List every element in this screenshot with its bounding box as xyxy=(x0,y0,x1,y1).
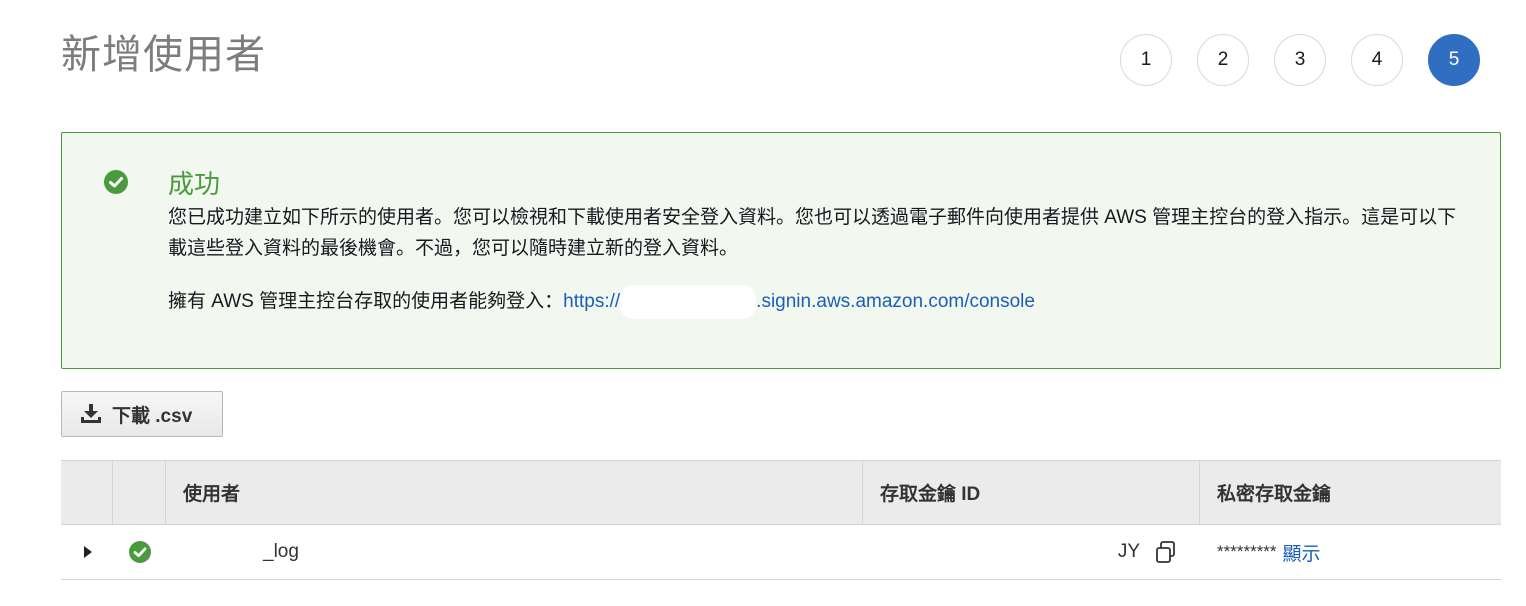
check-circle-icon xyxy=(104,170,128,194)
page-title: 新增使用者 xyxy=(61,33,266,77)
step-4[interactable]: 4 xyxy=(1351,34,1403,86)
cell-user: _log xyxy=(263,541,299,562)
access-key-id-value: JY xyxy=(1117,541,1140,562)
show-secret-link[interactable]: 顯示 xyxy=(1283,539,1321,566)
wizard-steps: 1 2 3 4 5 xyxy=(1120,34,1480,86)
cell-secret-key: ********* 顯示 xyxy=(1200,525,1501,579)
users-table: 使用者 存取金鑰 ID 私密存取金鑰 _log JY ********* 顯示 xyxy=(61,460,1501,580)
table-header: 使用者 存取金鑰 ID 私密存取金鑰 xyxy=(61,460,1501,525)
col-access-key-header[interactable]: 存取金鑰 ID xyxy=(863,461,1200,524)
caret-right-icon[interactable] xyxy=(83,546,93,558)
step-3[interactable]: 3 xyxy=(1274,34,1326,86)
console-login-link[interactable]: https:// .signin.aws.amazon.com/console xyxy=(563,284,1035,319)
row-status xyxy=(113,525,166,579)
alert-title: 成功 xyxy=(168,169,221,199)
copy-icon[interactable] xyxy=(1154,540,1178,564)
check-circle-icon xyxy=(128,541,151,563)
login-label: 擁有 AWS 管理主控台存取的使用者能夠登入： xyxy=(168,291,564,312)
download-icon xyxy=(81,404,101,423)
download-csv-label: 下載 .csv xyxy=(112,405,193,427)
success-alert: 成功 您已成功建立如下所示的使用者。您可以檢視和下載使用者安全登入資料。您也可以… xyxy=(61,132,1501,369)
row-expand[interactable] xyxy=(61,525,113,579)
cell-access-key-id: JY xyxy=(863,525,1200,579)
col-user-header[interactable]: 使用者 xyxy=(166,461,863,524)
step-5-current: 5 xyxy=(1428,34,1480,86)
col-status-header xyxy=(113,461,166,524)
login-url-prefix: https:// xyxy=(563,291,621,312)
console-login-line: 擁有 AWS 管理主控台存取的使用者能夠登入：https:// .signin.a… xyxy=(168,284,1035,319)
step-2[interactable]: 2 xyxy=(1197,34,1249,86)
login-url-suffix: .signin.aws.amazon.com/console xyxy=(756,291,1035,312)
col-secret-key-header[interactable]: 私密存取金鑰 xyxy=(1200,461,1501,524)
step-1[interactable]: 1 xyxy=(1120,34,1172,86)
table-row: _log JY ********* 顯示 xyxy=(61,525,1501,580)
alert-message: 您已成功建立如下所示的使用者。您可以檢視和下載使用者安全登入資料。您也可以透過電… xyxy=(168,207,1457,259)
download-csv-button[interactable]: 下載 .csv xyxy=(61,391,223,437)
add-user-page: 新增使用者 1 2 3 4 5 成功 您已成功建立如下所示的使用者。您可以檢視和… xyxy=(0,0,1526,606)
redacted-account-id xyxy=(620,284,757,319)
secret-key-masked: ********* xyxy=(1217,542,1277,561)
col-expand-header xyxy=(61,461,113,524)
